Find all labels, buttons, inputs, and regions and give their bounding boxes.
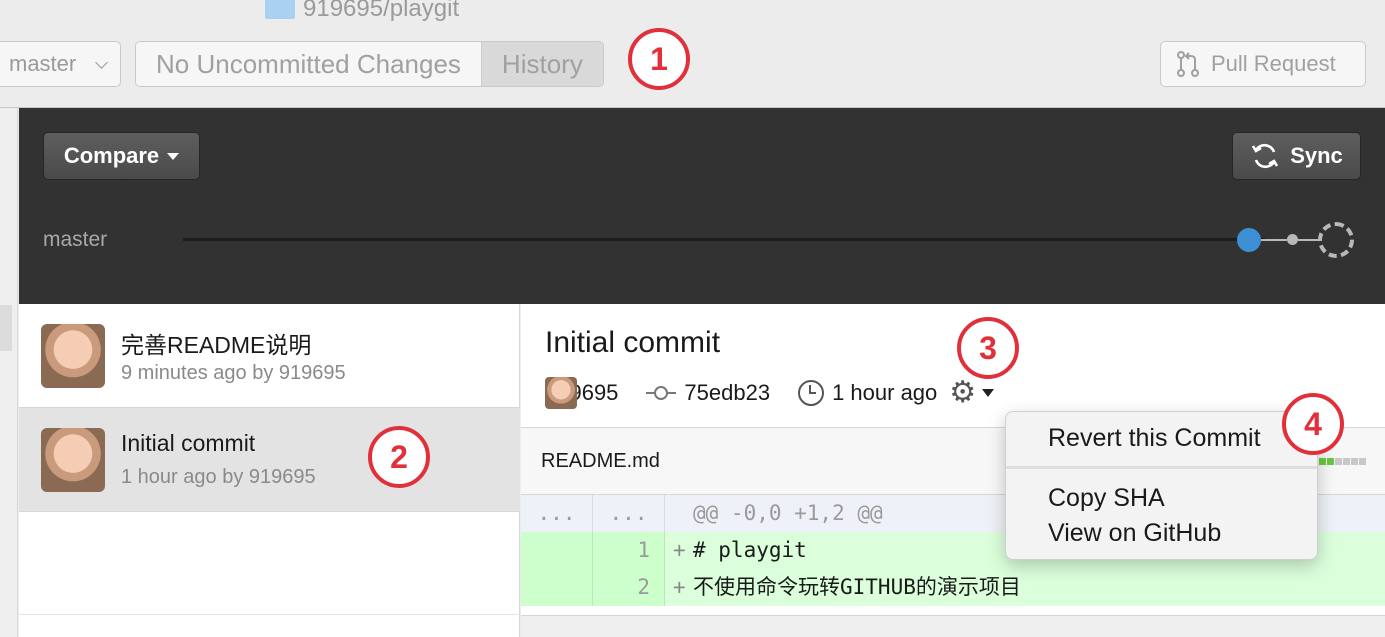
folder-icon [265,0,295,19]
diff-added-row: 2 + 不使用命令玩转GITHUB的演示项目 [521,569,1385,606]
pull-request-icon [1177,51,1199,77]
branch-label: master [9,51,77,76]
diffstat-add-block [1319,458,1326,465]
commit-sha[interactable]: 75edb23 [684,380,770,406]
diff-scrollbar[interactable] [521,615,1385,637]
diffstat-neutral-block [1335,458,1342,465]
commit-detail-meta: 919695 75edb23 1 hour ago ⚙ [545,376,995,410]
avatar [41,428,105,492]
diff-line: + 不使用命令玩转GITHUB的演示项目 [665,569,1385,606]
scrollbar-thumb[interactable] [0,305,12,351]
tab-history[interactable]: History [480,42,603,86]
timeline-connector [1261,239,1287,241]
clock-icon [798,380,825,406]
gear-icon: ⚙ [949,376,977,409]
callout-1: 1 [628,28,690,90]
timeline-commit-dot[interactable] [1287,234,1298,245]
left-gutter [0,108,18,637]
old-line-number [521,569,593,606]
diff-line-text: 不使用命令玩转GITHUB的演示项目 [693,575,1021,599]
file-name: README.md [541,450,660,472]
commit-meta: 1 hour ago by 919695 [121,466,316,488]
old-line-number [521,532,593,569]
timeline-uncommitted-ring[interactable] [1318,222,1354,258]
repo-title: 919695/playgit [265,0,459,24]
callout-2: 2 [368,426,430,488]
compare-label: Compare [63,143,160,168]
sync-icon [1252,143,1279,169]
diff-line-text: # playgit [693,538,807,562]
sync-label: Sync [1290,143,1343,168]
diffstat [1319,458,1366,465]
commit-meta: 9 minutes ago by 919695 [121,362,346,384]
commit-title: 完善README说明 [121,332,312,358]
commit-list-item[interactable]: Initial commit 1 hour ago by 919695 [19,408,520,512]
pull-request-label: Pull Request [1211,51,1336,76]
tab-uncommitted-changes[interactable]: No Uncommitted Changes [136,42,481,86]
diffstat-neutral-block [1359,458,1366,465]
diffstat-add-block [1327,458,1334,465]
sync-button[interactable]: Sync [1232,132,1361,180]
branch-header: Compare Sync master [19,108,1385,304]
commit-context-menu: Revert this Commit Copy SHA View on GitH… [1005,411,1318,560]
commit-title: Initial commit [121,430,256,456]
callout-3: 3 [957,317,1019,379]
plus-sign: + [673,538,686,562]
commit-time: 1 hour ago [832,380,938,405]
caret-down-icon [167,152,180,160]
new-line-number: ... [593,495,665,532]
view-switcher: No Uncommitted Changes History [135,41,604,87]
diffstat-neutral-block [1351,458,1358,465]
new-line-number: 1 [593,532,665,569]
new-line-number: 2 [593,569,665,606]
plus-sign: + [673,575,686,599]
commit-icon [646,386,677,400]
timeline-line [183,238,1265,241]
toolbar: 919695/playgit master No Uncommitted Cha… [0,0,1385,108]
menu-separator [1006,466,1317,469]
menu-item-revert-commit[interactable]: Revert this Commit [1048,424,1261,453]
timeline-connector [1298,239,1320,241]
branch-select[interactable]: master [0,41,121,87]
commit-list: 完善README说明 9 minutes ago by 919695 Initi… [19,304,520,637]
caret-down-icon [982,389,995,397]
old-line-number: ... [521,495,593,532]
callout-4: 4 [1282,393,1344,455]
divider [19,614,520,615]
menu-item-copy-sha[interactable]: Copy SHA [1048,484,1165,513]
pull-request-button[interactable]: Pull Request [1160,41,1366,87]
chevron-down-icon [95,56,108,69]
diffstat-neutral-block [1343,458,1350,465]
repo-name: 919695/playgit [303,0,460,22]
timeline-commit-dot[interactable] [1237,228,1261,252]
commit-detail-title: Initial commit [545,326,721,359]
commit-list-item[interactable]: 完善README说明 9 minutes ago by 919695 [19,304,520,408]
menu-item-view-on-github[interactable]: View on GitHub [1048,519,1221,548]
compare-button[interactable]: Compare [43,132,200,180]
timeline-branch-label: master [43,228,108,251]
commit-actions-button[interactable]: ⚙ [949,376,995,409]
avatar [545,377,577,409]
avatar [41,324,105,388]
